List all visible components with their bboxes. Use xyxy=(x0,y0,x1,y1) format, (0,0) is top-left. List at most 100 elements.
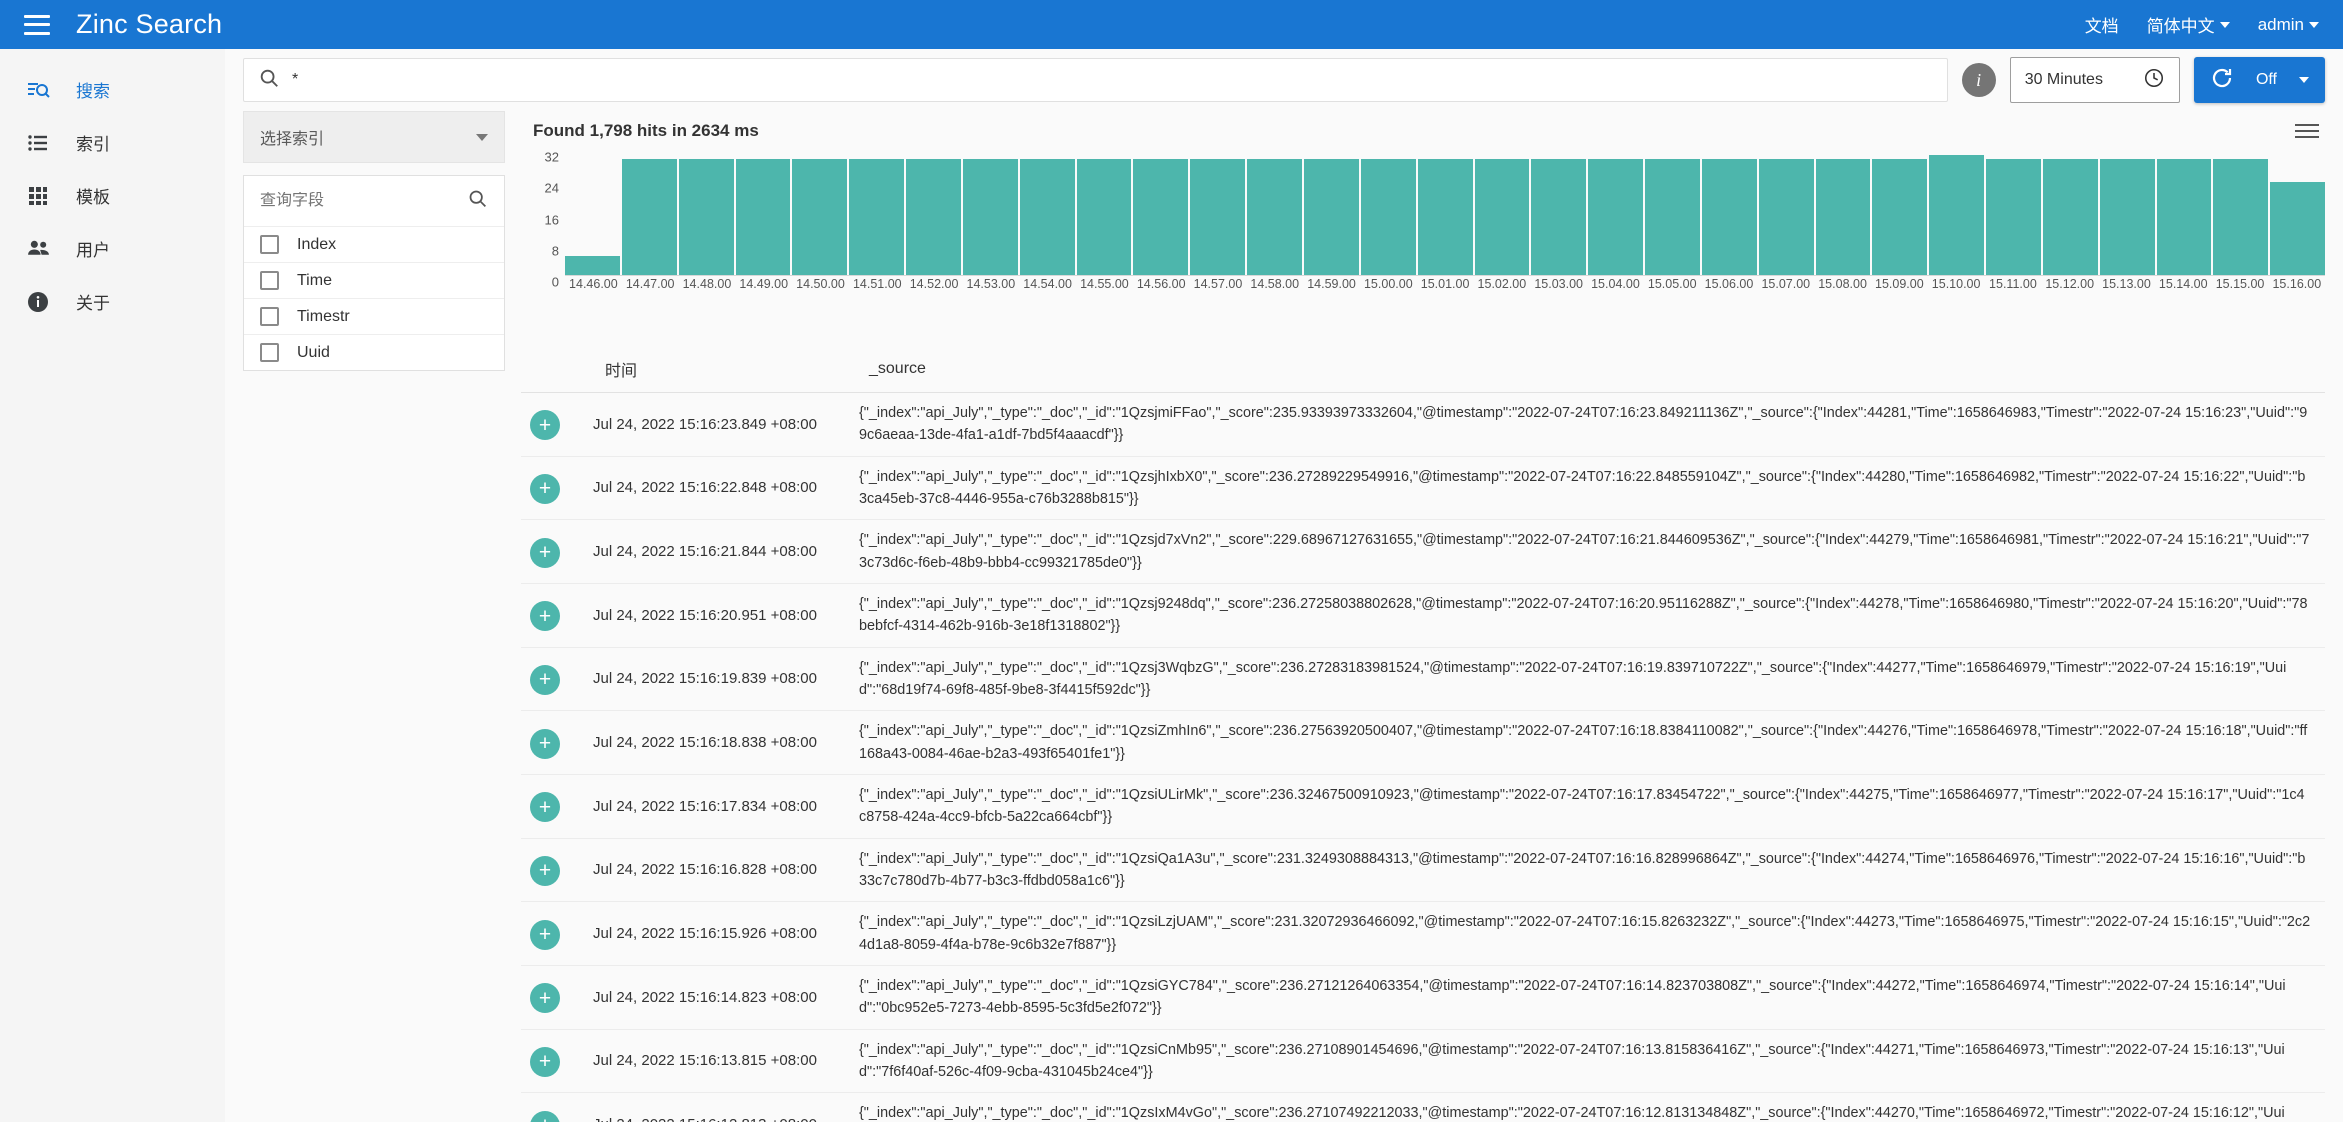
expand-cell: + xyxy=(521,981,569,1014)
search-icon[interactable] xyxy=(467,188,488,214)
chart-bar[interactable] xyxy=(1588,158,1644,275)
table-row[interactable]: + Jul 24, 2022 15:16:21.844 +08:00 {"_inde… xyxy=(521,520,2325,584)
chart-bar[interactable] xyxy=(1417,158,1473,275)
table-row[interactable]: + Jul 24, 2022 15:16:14.823 +08:00 {"_inde… xyxy=(521,966,2325,1030)
field-row[interactable]: Index xyxy=(244,226,504,262)
field-checkbox[interactable] xyxy=(260,271,279,290)
chart-x-tick: 15.01.00 xyxy=(1420,277,1470,291)
chart-bar[interactable] xyxy=(1360,158,1416,275)
table-row[interactable]: + Jul 24, 2022 15:16:16.828 +08:00 {"_inde… xyxy=(521,839,2325,903)
chart-x-tick: 15.11.00 xyxy=(1989,277,2037,291)
sidebar-item-index[interactable]: 索引 xyxy=(0,116,225,169)
chart-bar[interactable] xyxy=(1929,154,1985,275)
field-search-container[interactable] xyxy=(244,176,504,226)
hamburger-icon[interactable] xyxy=(24,14,50,35)
chart-plot-area xyxy=(565,151,2326,276)
user-menu[interactable]: admin xyxy=(2258,15,2319,35)
list-menu-icon[interactable] xyxy=(2295,124,2319,138)
expand-row-button[interactable]: + xyxy=(530,983,560,1014)
index-select[interactable]: 选择索引 xyxy=(243,111,505,163)
expand-row-button[interactable]: + xyxy=(530,792,560,823)
chevron-down-icon xyxy=(2219,21,2230,28)
chart-bar[interactable] xyxy=(565,255,620,275)
expand-row-button[interactable]: + xyxy=(530,473,560,504)
chart-bar[interactable] xyxy=(1190,158,1246,275)
expand-cell: + xyxy=(521,918,569,950)
field-row[interactable]: Timestr xyxy=(244,298,504,334)
expand-row-button[interactable]: + xyxy=(530,1110,560,1122)
chevron-down-icon xyxy=(2309,21,2319,28)
chart-bar[interactable] xyxy=(906,158,961,275)
field-row[interactable]: Uuid xyxy=(244,334,504,370)
chart-bar[interactable] xyxy=(962,158,1018,275)
chart-x-tick: 15.13.00 xyxy=(2102,277,2151,291)
field-checkbox[interactable] xyxy=(260,235,279,254)
search-input[interactable] xyxy=(292,71,1933,89)
field-row[interactable]: Time xyxy=(244,262,504,298)
table-row[interactable]: + Jul 24, 2022 15:16:13.815 +08:00 {"_inde… xyxy=(521,1030,2325,1094)
sidebar-item-template[interactable]: 模板 xyxy=(0,169,225,222)
expand-row-button[interactable]: + xyxy=(530,919,560,950)
docs-link[interactable]: 文档 xyxy=(2085,12,2119,37)
chart-bar[interactable] xyxy=(1645,158,1700,275)
expand-row-button[interactable]: + xyxy=(530,728,560,759)
chart-bar[interactable] xyxy=(621,158,677,275)
table-row[interactable]: + Jul 24, 2022 15:16:20.951 +08:00 {"_inde… xyxy=(521,584,2325,648)
search-icon xyxy=(258,67,280,94)
row-source: {"_index":"api_July","_type":"_doc","_id… xyxy=(859,405,2308,444)
table-row[interactable]: + Jul 24, 2022 15:16:18.838 +08:00 {"_inde… xyxy=(521,711,2325,775)
chart-bar[interactable] xyxy=(792,158,848,275)
chart-bar[interactable] xyxy=(1986,158,2041,275)
chart-bar[interactable] xyxy=(1872,158,1928,275)
table-row[interactable]: + Jul 24, 2022 15:16:15.926 +08:00 {"_inde… xyxy=(521,902,2325,966)
chart-bar[interactable] xyxy=(2270,182,2326,275)
chart-bar[interactable] xyxy=(849,158,905,275)
chart-bar[interactable] xyxy=(1701,158,1757,275)
chart-bar[interactable] xyxy=(1303,158,1359,275)
language-selector[interactable]: 简体中文 xyxy=(2147,12,2230,37)
chart-bar[interactable] xyxy=(1076,158,1132,275)
info-button[interactable]: i xyxy=(1961,63,1996,97)
chart-bar[interactable] xyxy=(735,158,791,275)
table-row[interactable]: + Jul 24, 2022 15:16:12.813 +08:00{"_inde… xyxy=(521,1093,2325,1122)
chart-bar[interactable] xyxy=(1247,158,1302,275)
chart-bar[interactable] xyxy=(2213,158,2269,275)
refresh-button[interactable]: Off xyxy=(2193,57,2325,103)
chart-bar[interactable] xyxy=(1133,158,1189,275)
time-range-picker[interactable]: 30 Minutes xyxy=(2009,57,2180,103)
expand-row-button[interactable]: + xyxy=(530,537,560,568)
sidebar-item-about[interactable]: 关于 xyxy=(0,275,225,328)
chart-bar[interactable] xyxy=(1758,158,1814,275)
table-row[interactable]: + Jul 24, 2022 15:16:19.839 +08:00 {"_inde… xyxy=(521,648,2325,712)
table-row[interactable]: + Jul 24, 2022 15:16:17.834 +08:00 {"_inde… xyxy=(521,775,2325,839)
row-time: Jul 24, 2022 15:16:23.849 +08:00 xyxy=(593,415,817,433)
sidebar-item-user[interactable]: 用户 xyxy=(0,222,225,275)
chart-y-tick: 32 xyxy=(544,149,559,165)
expand-row-button[interactable]: + xyxy=(530,855,560,886)
sidebar-item-search[interactable]: 搜索 xyxy=(0,63,225,116)
chart-bar[interactable] xyxy=(1474,158,1530,275)
expand-row-button[interactable]: + xyxy=(530,664,560,695)
chart-bar[interactable] xyxy=(2042,158,2098,275)
list-icon xyxy=(14,131,62,155)
refresh-icon xyxy=(2210,66,2234,95)
chart-bars[interactable] xyxy=(565,151,2326,275)
time-range-label: 30 Minutes xyxy=(2024,71,2103,88)
expand-row-button[interactable]: + xyxy=(530,1046,560,1077)
field-search-input[interactable] xyxy=(260,192,467,210)
expand-row-button[interactable]: + xyxy=(530,410,560,441)
field-checkbox[interactable] xyxy=(260,307,279,326)
field-checkbox[interactable] xyxy=(260,343,279,362)
table-row[interactable]: + Jul 24, 2022 15:16:22.848 +08:00 {"_inde… xyxy=(521,457,2325,521)
chart-bar[interactable] xyxy=(1019,158,1075,275)
expand-row-button[interactable]: + xyxy=(530,601,560,632)
search-input-container[interactable] xyxy=(243,58,1948,102)
chart-bar[interactable] xyxy=(678,158,734,275)
chart-bar[interactable] xyxy=(2099,158,2155,275)
chart-x-tick: 14.58.00 xyxy=(1250,277,1300,291)
chart-bar[interactable] xyxy=(1531,158,1587,275)
chart-bar[interactable] xyxy=(1815,158,1871,275)
chart-bar[interactable] xyxy=(2156,158,2212,275)
chart-y-tick: 16 xyxy=(544,212,559,227)
table-row[interactable]: + Jul 24, 2022 15:16:23.849 +08:00 {"_inde… xyxy=(521,393,2325,457)
